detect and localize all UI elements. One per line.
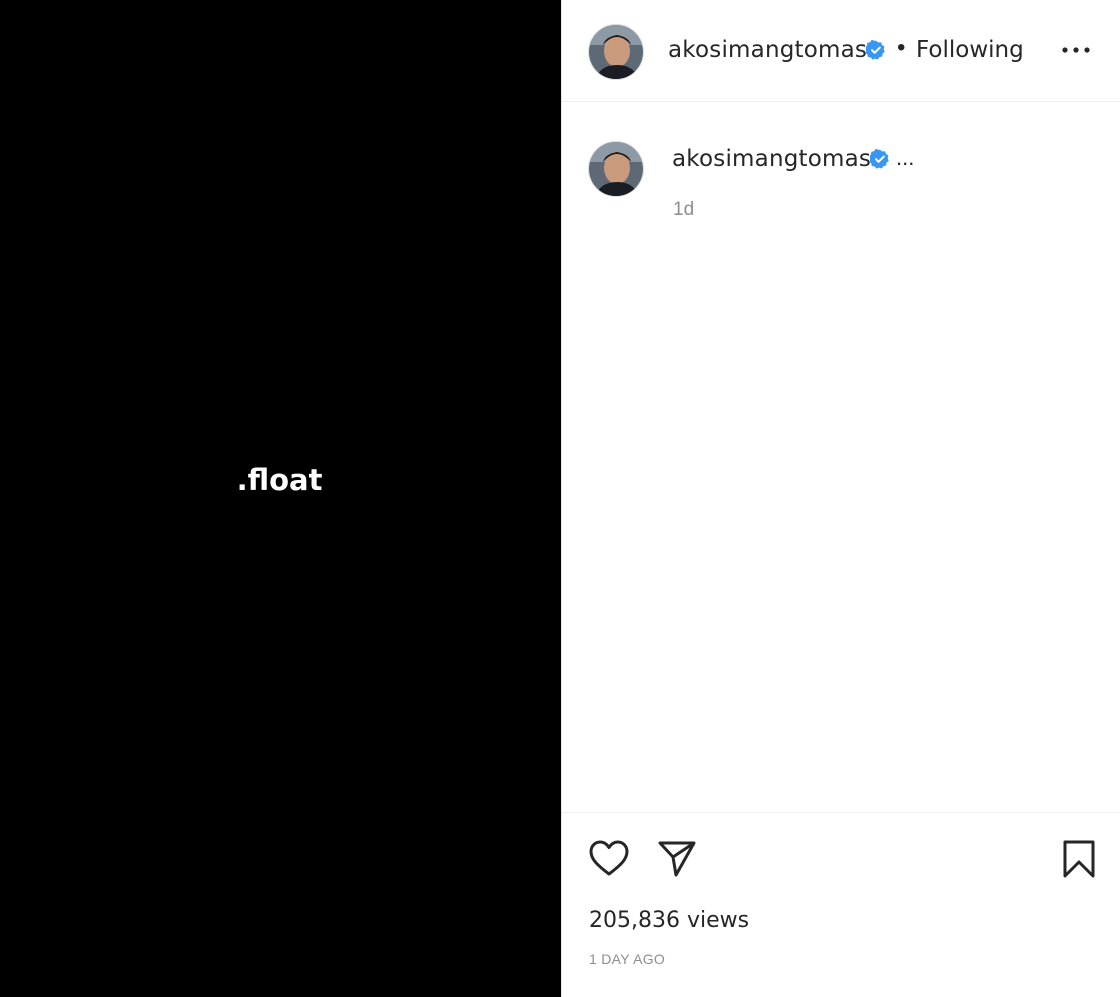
more-options-icon[interactable] — [1058, 38, 1094, 62]
verified-badge-icon — [870, 149, 889, 169]
post-side-panel: akosimangtomas • Following akosimangtoma… — [561, 0, 1120, 997]
avatar-image — [589, 142, 643, 196]
separator-dot: • — [897, 34, 906, 61]
paper-plane-icon[interactable] — [655, 837, 699, 881]
caption-username[interactable]: akosimangtomas — [672, 146, 871, 172]
profile-avatar[interactable] — [588, 24, 644, 80]
bookmark-icon[interactable] — [1057, 837, 1101, 881]
view-count[interactable]: 205,836 views — [589, 908, 749, 933]
action-bar: 205,836 views 1 DAY AGO — [562, 812, 1120, 997]
post-media[interactable]: .float — [0, 0, 561, 997]
avatar-image — [589, 25, 643, 79]
caption-avatar[interactable] — [588, 141, 644, 197]
verified-badge-icon — [866, 40, 885, 60]
heart-icon[interactable] — [587, 837, 631, 881]
caption-timestamp[interactable]: 1d — [673, 199, 694, 221]
post-date[interactable]: 1 DAY AGO — [589, 951, 665, 967]
caption-ellipsis: ... — [896, 145, 915, 170]
following-button[interactable]: Following — [916, 37, 1024, 63]
caption-area: akosimangtomas ... 1d — [562, 103, 1120, 811]
header-username[interactable]: akosimangtomas — [668, 37, 867, 63]
media-overlay-text: .float — [236, 463, 323, 497]
post-header: akosimangtomas • Following — [562, 0, 1120, 102]
